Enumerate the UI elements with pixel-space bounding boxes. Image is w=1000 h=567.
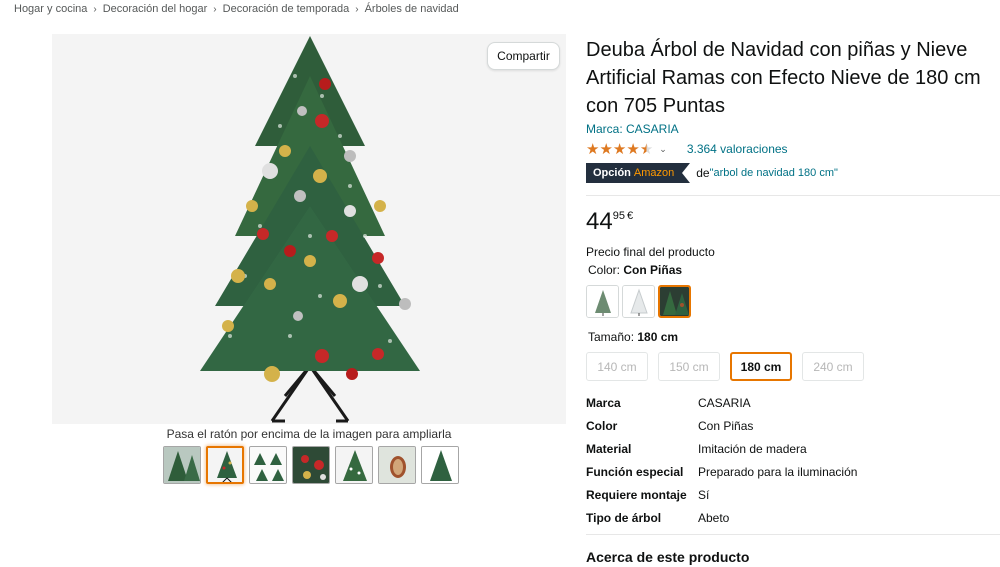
spec-value: CASARIA <box>698 395 751 410</box>
divider <box>586 534 1000 535</box>
zoom-hint: Pasa el ratón por encima de la imagen pa… <box>166 427 452 441</box>
thumbnail-image[interactable] <box>335 446 373 484</box>
share-button[interactable]: Compartir <box>487 42 560 70</box>
size-option-150[interactable]: 150 cm <box>658 352 720 381</box>
spec-key: Función especial <box>586 464 684 479</box>
breadcrumb: Hogar y cocina › Decoración del hogar › … <box>14 3 459 15</box>
thumbnail-image[interactable] <box>249 446 287 484</box>
color-selected-value: Con Piñas <box>623 263 683 277</box>
divider <box>586 195 1000 196</box>
price-currency: € <box>626 210 634 222</box>
star-rating[interactable]: ★ ★ ★ ★ ★ <box>586 142 653 157</box>
spec-key: Color <box>586 418 618 433</box>
color-swatches <box>586 285 1000 318</box>
spec-row: Tipo de árbol Abeto <box>586 506 1000 529</box>
chevron-down-icon[interactable]: ⌄ <box>659 144 667 155</box>
size-options: 140 cm 150 cm 180 cm 240 cm <box>586 352 1000 381</box>
spec-value: Preparado para la iluminación <box>698 464 858 479</box>
thumbnail-strip <box>163 446 459 484</box>
spec-key: Material <box>586 441 632 456</box>
breadcrumb-decoracion-hogar[interactable]: Decoración del hogar <box>103 3 208 15</box>
size-option-140[interactable]: 140 cm <box>586 352 648 381</box>
spec-key: Marca <box>586 395 621 410</box>
thumbnail-image[interactable] <box>378 446 416 484</box>
final-price-label: Precio final del producto <box>586 245 715 259</box>
ratings-count-link[interactable]: 3.364 valoraciones <box>687 142 788 156</box>
breadcrumb-separator: › <box>213 3 217 15</box>
thumbnail-image[interactable] <box>292 446 330 484</box>
thumbnail-image[interactable] <box>163 446 201 484</box>
spec-row: Marca CASARIA <box>586 391 1000 414</box>
product-details: Deuba Árbol de Navidad con piñas y Nieve… <box>586 36 1000 565</box>
about-heading: Acerca de este producto <box>586 549 750 565</box>
star-icon: ★ <box>612 140 627 158</box>
price: 44 95 € <box>586 208 1000 240</box>
color-swatch-green[interactable] <box>586 285 619 318</box>
spec-value: Imitación de madera <box>698 441 807 456</box>
size-selected-value: 180 cm <box>637 330 679 344</box>
brand-link[interactable]: Marca: CASARIA <box>586 122 1000 136</box>
breadcrumb-arboles-navidad[interactable]: Árboles de navidad <box>365 3 459 15</box>
spec-key: Requiere montaje <box>586 487 687 502</box>
product-title: Deuba Árbol de Navidad con piñas y Nieve… <box>586 39 981 117</box>
spec-row: Requiere montaje Sí <box>586 483 1000 506</box>
star-icon: ★ <box>626 140 640 158</box>
size-label-text: Tamaño: <box>588 330 635 344</box>
color-label: Color: Con Piñas <box>588 263 1000 277</box>
size-label: Tamaño: 180 cm <box>588 330 1000 344</box>
choice-badge-label: Opción <box>593 167 631 179</box>
price-whole: 44 <box>586 208 613 235</box>
spec-row: Color Con Piñas <box>586 414 1000 437</box>
breadcrumb-separator: › <box>93 3 97 15</box>
spec-value: Abeto <box>698 510 730 525</box>
thumbnail-image[interactable] <box>206 446 244 484</box>
breadcrumb-decoracion-temporada[interactable]: Decoración de temporada <box>223 3 350 15</box>
spec-row: Función especial Preparado para la ilumi… <box>586 460 1000 483</box>
choice-search-term-link[interactable]: "arbol de navidad 180 cm" <box>710 167 838 179</box>
rating-row: ★ ★ ★ ★ ★ ⌄ 3.364 valoraciones <box>586 139 1000 159</box>
color-label-text: Color: <box>588 263 621 277</box>
color-swatch-snow[interactable] <box>622 285 655 318</box>
breadcrumb-separator: › <box>355 3 359 15</box>
thumbnail-image[interactable] <box>421 446 459 484</box>
choice-badge-brand: Amazon <box>633 167 675 179</box>
spec-row: Material Imitación de madera <box>586 437 1000 460</box>
breadcrumb-hogar[interactable]: Hogar y cocina <box>14 3 87 15</box>
spec-value: Con Piñas <box>698 418 754 433</box>
christmas-tree-image[interactable] <box>200 36 420 426</box>
specs-table: Marca CASARIA Color Con Piñas Material I… <box>586 391 1000 529</box>
size-option-180[interactable]: 180 cm <box>730 352 792 381</box>
amazon-choice-row: Opción Amazon de "arbol de navidad 180 c… <box>586 163 1000 183</box>
color-swatch-pinecones[interactable] <box>658 285 691 318</box>
spec-key: Tipo de árbol <box>586 510 662 525</box>
choice-de-text: de <box>696 166 710 180</box>
size-option-240[interactable]: 240 cm <box>802 352 864 381</box>
price-fraction: 95 <box>612 210 625 222</box>
half-star-icon: ★ <box>639 140 654 158</box>
amazon-choice-badge: Opción Amazon <box>586 163 691 183</box>
star-icon: ★ <box>586 140 600 158</box>
star-icon: ★ <box>599 140 613 158</box>
spec-value: Sí <box>698 487 710 502</box>
